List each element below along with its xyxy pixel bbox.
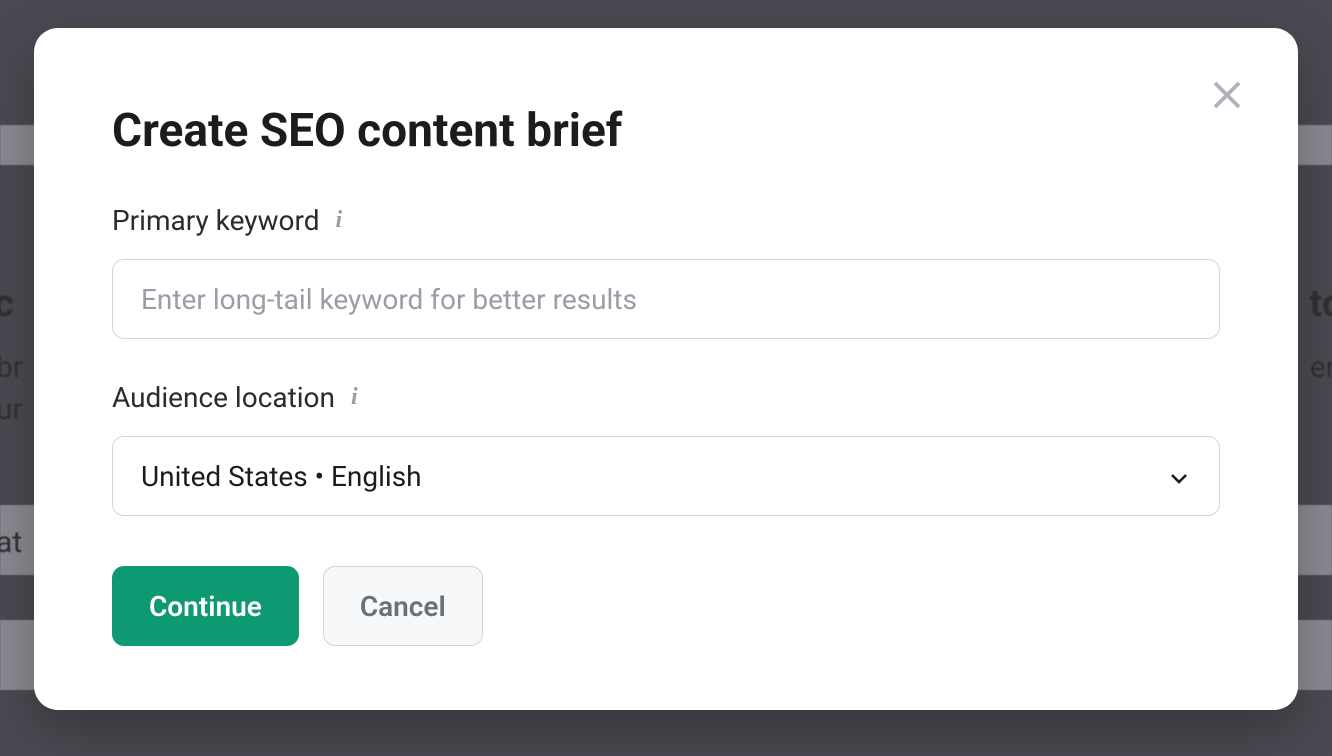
info-icon[interactable]: i (336, 207, 343, 234)
chevron-down-icon (1167, 464, 1191, 488)
cancel-button[interactable]: Cancel (323, 566, 483, 646)
modal-title: Create SEO content brief (112, 104, 1220, 158)
audience-location-label: Audience location i (112, 381, 1220, 414)
info-icon[interactable]: i (351, 384, 358, 411)
create-seo-brief-modal: Create SEO content brief Primary keyword… (34, 28, 1298, 710)
audience-location-label-text: Audience location (112, 381, 335, 414)
continue-button[interactable]: Continue (112, 566, 299, 646)
primary-keyword-input[interactable] (112, 259, 1220, 339)
audience-location-select[interactable]: United States • English (112, 436, 1220, 516)
close-button[interactable] (1206, 74, 1248, 116)
primary-keyword-label-text: Primary keyword (112, 204, 320, 237)
continue-button-label: Continue (149, 590, 262, 623)
close-icon (1209, 77, 1245, 113)
modal-button-row: Continue Cancel (112, 566, 1220, 646)
cancel-button-label: Cancel (360, 590, 446, 623)
primary-keyword-label: Primary keyword i (112, 204, 1220, 237)
audience-location-value: United States • English (141, 460, 422, 493)
